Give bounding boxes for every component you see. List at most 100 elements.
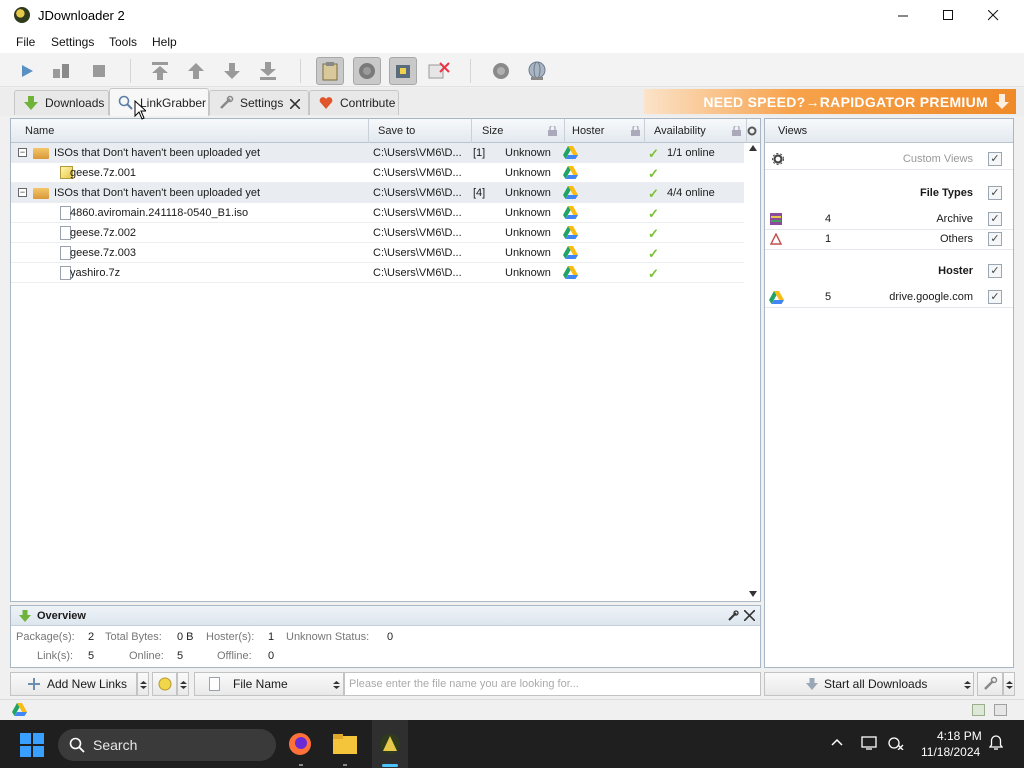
minimize-button[interactable]: [880, 0, 926, 31]
search-input[interactable]: [344, 672, 761, 696]
row-name: ISOs that Don't haven't been uploaded ye…: [54, 147, 261, 159]
network-icon[interactable]: [886, 736, 904, 750]
folder-icon: [33, 148, 49, 159]
archive-label: Archive: [936, 213, 973, 225]
taskbar-search-label: Search: [93, 737, 138, 753]
scroll-up-arrow-icon[interactable]: [749, 145, 757, 151]
row-save-to: C:\Users\VM6\D...: [373, 187, 462, 199]
column-header-name[interactable]: Name: [11, 119, 369, 143]
start-downloads-button[interactable]: [13, 57, 41, 85]
file-types-row[interactable]: File Types ✓: [765, 182, 1013, 204]
menu-tools[interactable]: Tools: [109, 35, 137, 49]
file-explorer-icon[interactable]: [332, 732, 358, 756]
tab-downloads[interactable]: Downloads: [14, 90, 109, 115]
move-top-button[interactable]: [146, 57, 174, 85]
unknown-status-label: Unknown Status:: [286, 631, 370, 643]
silent-mode-button[interactable]: [425, 57, 453, 85]
drive-filter-row[interactable]: 5 drive.google.com ✓: [765, 286, 1013, 308]
autoconfirm-dropdown[interactable]: [1003, 672, 1015, 696]
move-bottom-button[interactable]: [254, 57, 282, 85]
clear-dropdown[interactable]: [177, 672, 189, 696]
table-row[interactable]: geese.7z.003 C:\Users\VM6\D... Unknown ✓: [11, 243, 744, 263]
others-label: Others: [939, 233, 973, 245]
row-size: Unknown: [505, 167, 551, 179]
clock-time[interactable]: 4:18 PM: [937, 729, 982, 743]
scroll-down-arrow-icon[interactable]: [749, 591, 757, 597]
add-links-dropdown[interactable]: [137, 672, 149, 696]
silent-mode-icon: [428, 62, 450, 79]
custom-views-row[interactable]: Custom Views ✓: [765, 148, 1013, 170]
row-save-to: C:\Users\VM6\D...: [373, 147, 462, 159]
maximize-button[interactable]: [925, 0, 971, 31]
vertical-scrollbar[interactable]: [746, 143, 760, 601]
archive-checkbox[interactable]: ✓: [988, 212, 1002, 226]
close-button[interactable]: [970, 0, 1016, 31]
hoster-row[interactable]: Hoster ✓: [765, 260, 1013, 282]
archive-filter-row[interactable]: 4 Archive ✓: [765, 208, 1013, 230]
premium-button[interactable]: [389, 57, 417, 85]
tab-contribute[interactable]: Contribute: [309, 90, 399, 115]
row-save-to: C:\Users\VM6\D...: [373, 167, 462, 179]
jdownloader-taskbar-icon[interactable]: [377, 731, 403, 757]
display-icon[interactable]: [861, 736, 877, 750]
clear-linkgrabber-button[interactable]: [152, 672, 177, 696]
row-save-to: C:\Users\VM6\D...: [373, 247, 462, 259]
tab-linkgrabber[interactable]: LinkGrabber: [109, 88, 209, 116]
table-row[interactable]: 4860.aviromain.241118-0540_B1.iso C:\Use…: [11, 203, 744, 223]
stop-button[interactable]: [85, 57, 113, 85]
update-button[interactable]: [523, 57, 551, 85]
windows-start-icon[interactable]: [20, 733, 44, 757]
move-up-icon: [188, 63, 204, 79]
collapse-toggle[interactable]: −: [18, 148, 27, 157]
premium-promo-banner[interactable]: NEED SPEED?→RAPIDGATOR PREMIUM: [644, 89, 1016, 114]
table-row[interactable]: geese.7z.002 C:\Users\VM6\D... Unknown ✓: [11, 223, 744, 243]
custom-views-checkbox[interactable]: ✓: [988, 152, 1002, 166]
drive-checkbox[interactable]: ✓: [988, 290, 1002, 304]
image-icon[interactable]: [972, 704, 985, 716]
online-check-icon: ✓: [648, 226, 659, 241]
others-filter-row[interactable]: 1 Others ✓: [765, 228, 1013, 250]
refresh-icon: [493, 63, 509, 79]
list-icon[interactable]: [994, 704, 1007, 716]
reconnect-button[interactable]: [353, 57, 381, 85]
package-row[interactable]: − ISOs that Don't haven't been uploaded …: [11, 143, 744, 163]
move-down-button[interactable]: [218, 57, 246, 85]
pause-icon: [53, 64, 69, 78]
table-row[interactable]: geese.7z.001 C:\Users\VM6\D... Unknown ✓: [11, 163, 744, 183]
move-up-button[interactable]: [182, 57, 210, 85]
clock-date[interactable]: 11/18/2024: [921, 745, 980, 759]
refresh-button[interactable]: [487, 57, 515, 85]
links-value: 5: [88, 650, 95, 662]
close-tab-icon[interactable]: [290, 99, 300, 109]
pause-button[interactable]: [47, 57, 75, 85]
row-count: [1]: [473, 147, 486, 159]
column-header-save-to[interactable]: Save to: [369, 119, 472, 143]
notification-bell-icon[interactable]: [989, 735, 1003, 751]
online-check-icon: ✓: [648, 246, 659, 261]
clipboard-observer-button[interactable]: [316, 57, 344, 85]
others-checkbox[interactable]: ✓: [988, 232, 1002, 246]
menu-settings[interactable]: Settings: [51, 35, 94, 49]
chevron-up-icon[interactable]: [831, 738, 843, 746]
tab-settings[interactable]: Settings: [209, 90, 309, 115]
firefox-icon[interactable]: [287, 731, 313, 757]
package-row[interactable]: − ISOs that Don't haven't been uploaded …: [11, 183, 744, 203]
menu-file[interactable]: File: [16, 35, 35, 49]
move-to-top-icon: [152, 62, 168, 80]
hoster-checkbox[interactable]: ✓: [988, 264, 1002, 278]
close-panel-icon[interactable]: [744, 610, 755, 621]
google-drive-icon: [12, 703, 27, 716]
autoconfirm-button[interactable]: [977, 672, 1003, 696]
taskbar-search[interactable]: Search: [58, 729, 276, 761]
collapse-toggle[interactable]: −: [18, 188, 27, 197]
desktop-screen: JDownloader 2 File Settings Tools Help D…: [0, 0, 1024, 768]
table-row[interactable]: yashiro.7z C:\Users\VM6\D... Unknown ✓: [11, 263, 744, 283]
start-all-downloads-button[interactable]: Start all Downloads: [764, 672, 974, 696]
search-icon: [69, 737, 85, 753]
search-field-select[interactable]: File Name: [194, 672, 344, 696]
add-new-links-button[interactable]: Add New Links: [10, 672, 137, 696]
menu-help[interactable]: Help: [152, 35, 177, 49]
column-settings-gear-icon[interactable]: [747, 126, 757, 136]
file-types-checkbox[interactable]: ✓: [988, 186, 1002, 200]
wrench-icon[interactable]: [727, 610, 739, 622]
